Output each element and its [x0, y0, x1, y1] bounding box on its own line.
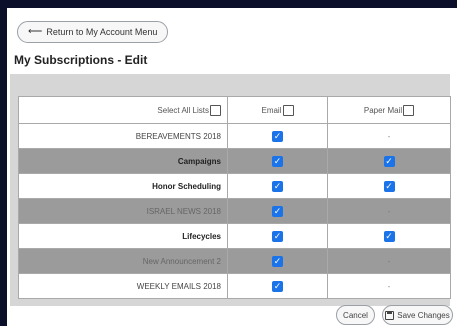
list-name: Honor Scheduling [18, 173, 228, 199]
table-row: Lifecycles ✓ ✓ [18, 223, 451, 249]
paper-mail-all-checkbox[interactable] [403, 104, 415, 116]
cancel-button-label: Cancel [343, 310, 368, 320]
paper-mail-header-label: Paper Mail [363, 105, 403, 115]
paper-mail-cell: - [327, 273, 451, 299]
list-name: BEREAVEMENTS 2018 [18, 123, 228, 149]
table-row: BEREAVEMENTS 2018 ✓ - [18, 123, 451, 149]
return-to-account-menu-button[interactable]: ⟵ Return to My Account Menu [17, 21, 169, 43]
save-button-label: Save Changes [397, 310, 450, 320]
return-button-label: Return to My Account Menu [46, 27, 158, 37]
email-header: Email [227, 96, 328, 124]
window-top-frame [0, 0, 457, 8]
email-checkbox[interactable]: ✓ [272, 180, 283, 192]
select-all-label: Select All Lists [157, 105, 209, 115]
email-cell: ✓ [227, 198, 328, 224]
arrow-left-icon: ⟵ [28, 26, 43, 37]
paper-mail-checkbox[interactable]: ✓ [383, 230, 395, 242]
email-checkbox[interactable]: ✓ [272, 230, 283, 242]
email-cell: ✓ [227, 273, 328, 299]
unavailable-dash: - [387, 281, 391, 291]
email-cell: ✓ [227, 148, 328, 174]
unavailable-dash: - [387, 206, 391, 216]
unavailable-dash: - [387, 256, 391, 266]
paper-mail-cell: - [327, 198, 451, 224]
select-all-header: Select All Lists [18, 96, 228, 124]
paper-mail-cell: ✓ [327, 173, 451, 199]
paper-mail-cell: - [327, 123, 451, 149]
list-name: WEEKLY EMAILS 2018 [18, 273, 228, 299]
table-row: ISRAEL NEWS 2018 ✓ - [18, 198, 451, 224]
list-name: Lifecycles [18, 223, 228, 249]
email-checkbox[interactable]: ✓ [272, 205, 283, 217]
table-row: WEEKLY EMAILS 2018 ✓ - [18, 273, 451, 299]
paper-mail-checkbox[interactable]: ✓ [383, 155, 395, 167]
list-name: ISRAEL NEWS 2018 [18, 198, 228, 224]
email-cell: ✓ [227, 123, 328, 149]
subscriptions-table-body: BEREAVEMENTS 2018 ✓ - Campaigns ✓ ✓ Honor Sche… [18, 123, 451, 299]
floppy-disk-icon [385, 310, 395, 320]
email-cell: ✓ [227, 248, 328, 274]
list-name: New Announcement 2 [18, 248, 228, 274]
email-checkbox[interactable]: ✓ [272, 130, 283, 142]
email-cell: ✓ [227, 223, 328, 249]
save-changes-button[interactable]: Save Changes [382, 305, 453, 325]
paper-mail-checkbox[interactable]: ✓ [383, 180, 395, 192]
email-all-checkbox[interactable] [282, 104, 294, 116]
paper-mail-cell: ✓ [327, 223, 451, 249]
table-row: Honor Scheduling ✓ ✓ [18, 173, 451, 199]
email-checkbox[interactable]: ✓ [272, 280, 283, 292]
list-name: Campaigns [18, 148, 228, 174]
email-checkbox[interactable]: ✓ [272, 255, 283, 267]
email-checkbox[interactable]: ✓ [272, 155, 283, 167]
window-left-frame [0, 8, 7, 326]
email-cell: ✓ [227, 173, 328, 199]
select-all-checkbox[interactable] [210, 104, 221, 116]
paper-mail-cell: ✓ [327, 148, 451, 174]
table-header-row: Select All Lists Email Paper Mail [18, 96, 451, 124]
paper-mail-cell: - [327, 248, 451, 274]
paper-mail-header: Paper Mail [327, 96, 451, 124]
unavailable-dash: - [387, 131, 391, 141]
page-title: My Subscriptions - Edit [14, 53, 148, 67]
table-row: Campaigns ✓ ✓ [18, 148, 451, 174]
subscriptions-table: Select All Lists Email Paper Mail BEREAV… [18, 96, 451, 299]
cancel-button[interactable]: Cancel [336, 305, 375, 325]
table-row: New Announcement 2 ✓ - [18, 248, 451, 274]
email-header-label: Email [261, 105, 282, 115]
